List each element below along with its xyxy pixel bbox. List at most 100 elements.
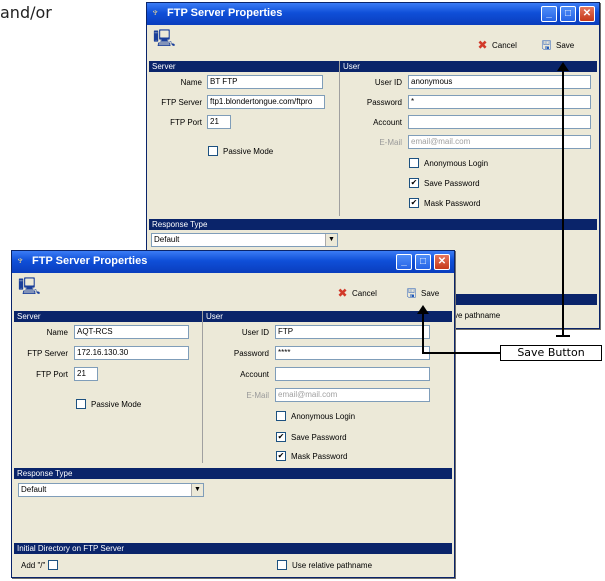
- response-type-header: Response Type: [14, 468, 452, 479]
- checkbox-box: [76, 399, 86, 409]
- account-label: Account: [373, 118, 402, 127]
- callout-line-front-vertical: [422, 314, 424, 354]
- maximize-button[interactable]: □: [560, 6, 576, 22]
- name-input[interactable]: BT FTP: [207, 75, 323, 89]
- ftp-server-input[interactable]: ftp1.blondertongue.com/ftpro: [207, 95, 325, 109]
- checkbox-box: [277, 560, 287, 570]
- response-type-value: Default: [154, 235, 180, 244]
- email-label: E-Mail: [246, 391, 269, 400]
- cancel-icon: ✖: [337, 286, 348, 300]
- cancel-label: Cancel: [492, 41, 517, 50]
- checkbox-box: ✔: [276, 451, 286, 461]
- cancel-button[interactable]: ✖ Cancel: [474, 37, 517, 54]
- use-relative-pathname-label: Use relative pathname: [292, 560, 373, 570]
- checkbox-box: [48, 560, 59, 570]
- relative-pathname-text-partial: ve pathname: [454, 311, 501, 320]
- minimize-button[interactable]: _: [541, 6, 557, 22]
- save-button[interactable]: 🖫 Save: [403, 285, 439, 302]
- arrow-up-icon: [417, 305, 429, 314]
- title-bar[interactable]: ♆ FTP Server Properties _ □ ✕: [12, 251, 454, 273]
- mask-password-label: Mask Password: [424, 198, 481, 208]
- save-button[interactable]: 🖫 Save: [538, 37, 574, 54]
- ftp-server-label: FTP Server: [161, 98, 202, 107]
- computer-icon: 🖳: [153, 29, 176, 48]
- checkbox-box: ✔: [409, 198, 419, 208]
- passive-mode-label: Passive Mode: [91, 399, 142, 409]
- use-relative-pathname-checkbox[interactable]: Use relative pathname: [277, 560, 372, 570]
- ftp-port-input[interactable]: 21: [74, 367, 98, 381]
- anonymous-login-checkbox[interactable]: Anonymous Login: [276, 411, 355, 421]
- email-input[interactable]: email@mail.com: [275, 388, 430, 402]
- checkbox-box: [276, 411, 286, 421]
- checkbox-box: [409, 158, 419, 168]
- response-type-dropdown[interactable]: Default ▼: [151, 233, 338, 247]
- cancel-icon: ✖: [477, 38, 488, 52]
- close-button[interactable]: ✕: [434, 254, 450, 270]
- cancel-button[interactable]: ✖ Cancel: [334, 285, 377, 302]
- checkbox-box: [208, 146, 218, 156]
- save-password-label: Save Password: [291, 432, 347, 442]
- user-id-input[interactable]: FTP: [275, 325, 430, 339]
- chevron-down-icon: ▼: [325, 234, 337, 246]
- arrow-up-icon: [557, 62, 569, 71]
- account-label: Account: [240, 370, 269, 379]
- mask-password-checkbox[interactable]: ✔ Mask Password: [409, 198, 480, 208]
- initial-directory-header: Initial Directory on FTP Server: [14, 543, 452, 554]
- ftp-properties-window-front: ♆ FTP Server Properties _ □ ✕ 🖳 ✖ Cancel…: [11, 250, 455, 578]
- chevron-down-icon: ▼: [191, 484, 203, 496]
- password-input[interactable]: ****: [275, 346, 430, 360]
- save-icon: 🖫: [406, 286, 417, 300]
- window-title: FTP Server Properties: [32, 255, 148, 267]
- pane-divider: [202, 311, 203, 463]
- passive-mode-checkbox[interactable]: Passive Mode: [76, 399, 141, 409]
- app-icon: ♆: [16, 255, 25, 267]
- save-label: Save: [556, 41, 575, 50]
- pane-divider: [339, 61, 340, 216]
- save-label: Save: [421, 289, 440, 298]
- save-password-checkbox[interactable]: ✔ Save Password: [409, 178, 480, 188]
- add-slash-label: Add "/": [21, 560, 46, 570]
- computer-icon: 🖳: [18, 277, 41, 296]
- server-section-header: Server: [14, 311, 202, 322]
- minimize-button[interactable]: _: [396, 254, 412, 270]
- save-button-callout: Save Button: [500, 345, 602, 361]
- callout-line-back-cap: [556, 335, 570, 337]
- name-input[interactable]: AQT-RCS: [74, 325, 189, 339]
- app-icon: ♆: [151, 7, 160, 19]
- callout-line-front-horizontal: [422, 352, 500, 354]
- close-button[interactable]: ✕: [579, 6, 595, 22]
- passive-mode-label: Passive Mode: [223, 146, 274, 156]
- anonymous-login-label: Anonymous Login: [291, 411, 356, 421]
- checkbox-box: ✔: [409, 178, 419, 188]
- response-type-header: Response Type: [149, 219, 597, 230]
- title-bar[interactable]: ♆ FTP Server Properties _ □ ✕: [147, 3, 599, 25]
- name-label: Name: [46, 328, 68, 337]
- passive-mode-checkbox[interactable]: Passive Mode: [208, 146, 273, 156]
- user-id-label: User ID: [241, 328, 269, 337]
- mask-password-checkbox[interactable]: ✔ Mask Password: [276, 451, 347, 461]
- save-password-checkbox[interactable]: ✔ Save Password: [276, 432, 347, 442]
- ftp-server-input[interactable]: 172.16.130.30: [74, 346, 189, 360]
- email-label: E-Mail: [379, 138, 402, 147]
- user-section-header: User: [203, 311, 452, 322]
- user-id-label: User ID: [374, 78, 402, 87]
- account-input[interactable]: [275, 367, 430, 381]
- add-slash-checkbox[interactable]: Add "/": [21, 560, 63, 570]
- window-title: FTP Server Properties: [167, 7, 283, 19]
- response-type-value: Default: [21, 485, 47, 494]
- mask-password-label: Mask Password: [291, 451, 348, 461]
- document-text-fragment: and/or: [0, 3, 52, 22]
- response-type-dropdown[interactable]: Default ▼: [18, 483, 204, 497]
- password-label: Password: [233, 349, 269, 358]
- ftp-port-input[interactable]: 21: [207, 115, 231, 129]
- ftp-port-label: FTP Port: [36, 370, 68, 379]
- password-label: Password: [366, 98, 402, 107]
- anonymous-login-checkbox[interactable]: Anonymous Login: [409, 158, 488, 168]
- checkbox-box: ✔: [276, 432, 286, 442]
- maximize-button[interactable]: □: [415, 254, 431, 270]
- cancel-label: Cancel: [352, 289, 377, 298]
- name-label: Name: [180, 78, 202, 87]
- callout-line-back-vertical: [562, 69, 564, 336]
- save-password-label: Save Password: [424, 178, 480, 188]
- ftp-port-label: FTP Port: [170, 118, 202, 127]
